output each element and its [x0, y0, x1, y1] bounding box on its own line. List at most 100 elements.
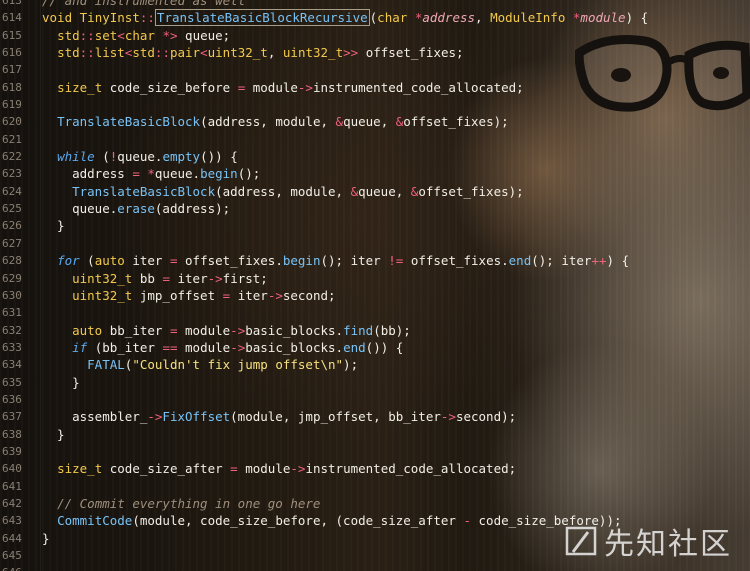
line-number: 638: [2, 427, 22, 441]
code-token: ::: [139, 10, 155, 26]
code-token: jmp_offset: [132, 287, 223, 303]
code-line[interactable]: 618 size_t code_size_before = module->in…: [0, 79, 750, 96]
code-line[interactable]: 637 assembler_->FixOffset(module, jmp_of…: [0, 408, 750, 425]
line-number: 614: [2, 11, 22, 25]
code-token: module: [580, 10, 626, 26]
code-line[interactable]: 638 }: [0, 426, 750, 443]
code-token: bb: [132, 270, 163, 286]
code-line[interactable]: 633 if (bb_iter == module->basic_blocks.…: [0, 339, 750, 356]
code-text[interactable]: size_t code_size_before = module->instru…: [42, 79, 524, 96]
code-line[interactable]: 613 // and instrumented as well: [0, 0, 750, 9]
code-token: ) {: [625, 10, 649, 26]
code-line[interactable]: 646: [0, 564, 750, 571]
code-line[interactable]: 640 size_t code_size_after = module->ins…: [0, 460, 750, 477]
code-token: address: [42, 166, 133, 182]
code-line[interactable]: 620 TranslateBasicBlock(address, module,…: [0, 113, 750, 130]
code-line[interactable]: 616 std::list<std::pair<uint32_t, uint32…: [0, 44, 750, 61]
code-line[interactable]: 629 uint32_t bb = iter->first;: [0, 270, 750, 287]
code-token: ==: [162, 339, 178, 355]
code-token: ::: [154, 45, 170, 61]
code-line[interactable]: 615 std::set<char *> queue;: [0, 27, 750, 44]
code-text[interactable]: uint32_t jmp_offset = iter->second;: [42, 287, 335, 304]
code-line[interactable]: 631: [0, 304, 750, 321]
code-line[interactable]: 628 for (auto iter = offset_fixes.begin(…: [0, 252, 750, 269]
code-text[interactable]: }: [42, 374, 80, 391]
code-text[interactable]: FATAL("Couldn't fix jump offset\n");: [42, 356, 358, 373]
code-text[interactable]: queue.erase(address);: [42, 200, 230, 217]
code-token: &: [350, 183, 359, 199]
code-line[interactable]: 619: [0, 96, 750, 113]
code-token: code_size_after: [102, 461, 231, 477]
code-line[interactable]: 634 FATAL("Couldn't fix jump offset\n");: [0, 356, 750, 373]
code-token: offset_fixes);: [403, 114, 509, 130]
code-text[interactable]: uint32_t bb = iter->first;: [42, 270, 268, 287]
code-text[interactable]: CommitCode(module, code_size_before, (co…: [42, 512, 621, 529]
code-token: basic_blocks.: [245, 322, 344, 338]
code-line[interactable]: 623 address = *queue.begin();: [0, 165, 750, 182]
line-number: 617: [2, 63, 22, 77]
code-token: offset_fixes);: [418, 183, 524, 199]
code-token: code_size_before: [102, 79, 238, 95]
code-token: (address, module,: [215, 183, 351, 199]
code-token: ()) {: [365, 339, 404, 355]
code-text[interactable]: // and instrumented as well: [42, 0, 245, 9]
code-token: (address);: [154, 201, 231, 217]
code-token: ->: [297, 79, 313, 95]
code-line[interactable]: 621: [0, 131, 750, 148]
code-text[interactable]: }: [42, 217, 65, 234]
code-line[interactable]: 641: [0, 478, 750, 495]
code-line[interactable]: 636: [0, 391, 750, 408]
code-editor: 613 // and instrumented as well 614 void Ti…: [0, 0, 750, 571]
code-text[interactable]: while (!queue.empty()) {: [42, 148, 238, 165]
watermark: 先知社区: [564, 519, 732, 563]
code-line[interactable]: 624 TranslateBasicBlock(address, module,…: [0, 183, 750, 200]
code-token: =: [162, 270, 170, 286]
code-line[interactable]: 617: [0, 61, 750, 78]
line-number: 627: [2, 236, 22, 250]
code-token: (); iter: [320, 253, 389, 269]
code-line[interactable]: 627: [0, 235, 750, 252]
code-token: void: [42, 10, 73, 26]
code-text[interactable]: // Commit everything in one go here: [42, 495, 320, 512]
code-text[interactable]: }: [42, 426, 65, 443]
code-text[interactable]: size_t code_size_after = module->instrum…: [42, 460, 516, 477]
code-text[interactable]: }: [42, 530, 50, 547]
code-token: std: [57, 27, 80, 43]
code-token: uint32_t: [282, 45, 344, 61]
line-number: 622: [2, 150, 22, 164]
code-line[interactable]: 626 }: [0, 217, 750, 234]
code-text[interactable]: for (auto iter = offset_fixes.begin(); i…: [42, 252, 629, 269]
line-number: 642: [2, 496, 22, 510]
code-line[interactable]: 614 void TinyInst:: TranslateBasicBlockRec…: [0, 9, 750, 27]
code-token: queue,: [358, 183, 411, 199]
code-line[interactable]: 622 while (!queue.empty()) {: [0, 148, 750, 165]
code-line[interactable]: 642 // Commit everything in one go here: [0, 495, 750, 512]
code-line[interactable]: 632 auto bb_iter = module->basic_blocks.…: [0, 322, 750, 339]
code-text[interactable]: assembler_->FixOffset(module, jmp_offset…: [42, 408, 516, 425]
code-text[interactable]: void TinyInst:: TranslateBasicBlockRecurs…: [42, 9, 649, 27]
code-token: iter: [169, 270, 208, 286]
code-token: ::: [79, 27, 95, 43]
code-token: TranslateBasicBlock: [57, 114, 201, 130]
code-token: (module, code_size_before, (code_size_af…: [132, 513, 464, 529]
code-text[interactable]: if (bb_iter == module->basic_blocks.end(…: [42, 339, 403, 356]
code-text[interactable]: TranslateBasicBlock(address, module, &qu…: [42, 183, 524, 200]
code-text[interactable]: std::set<char *> queue;: [42, 27, 230, 44]
code-line[interactable]: 630 uint32_t jmp_offset = iter->second;: [0, 287, 750, 304]
code-text[interactable]: std::list<std::pair<uint32_t, uint32_t>>…: [42, 44, 463, 61]
code-line[interactable]: 639: [0, 443, 750, 460]
code-text[interactable]: TranslateBasicBlock(address, module, &qu…: [42, 113, 509, 130]
code-line[interactable]: 625 queue.erase(address);: [0, 200, 750, 217]
code-lines[interactable]: 613 // and instrumented as well 614 void Ti…: [0, 0, 750, 571]
code-text[interactable]: address = *queue.begin();: [42, 165, 260, 182]
code-line[interactable]: 635 }: [0, 374, 750, 391]
line-number: 619: [2, 98, 22, 112]
code-token: (); iter: [531, 253, 592, 269]
line-number: 621: [2, 132, 22, 146]
code-token: instrumented_code_allocated;: [305, 461, 517, 477]
code-text[interactable]: auto bb_iter = module->basic_blocks.find…: [42, 322, 411, 339]
line-number: 646: [2, 564, 30, 571]
